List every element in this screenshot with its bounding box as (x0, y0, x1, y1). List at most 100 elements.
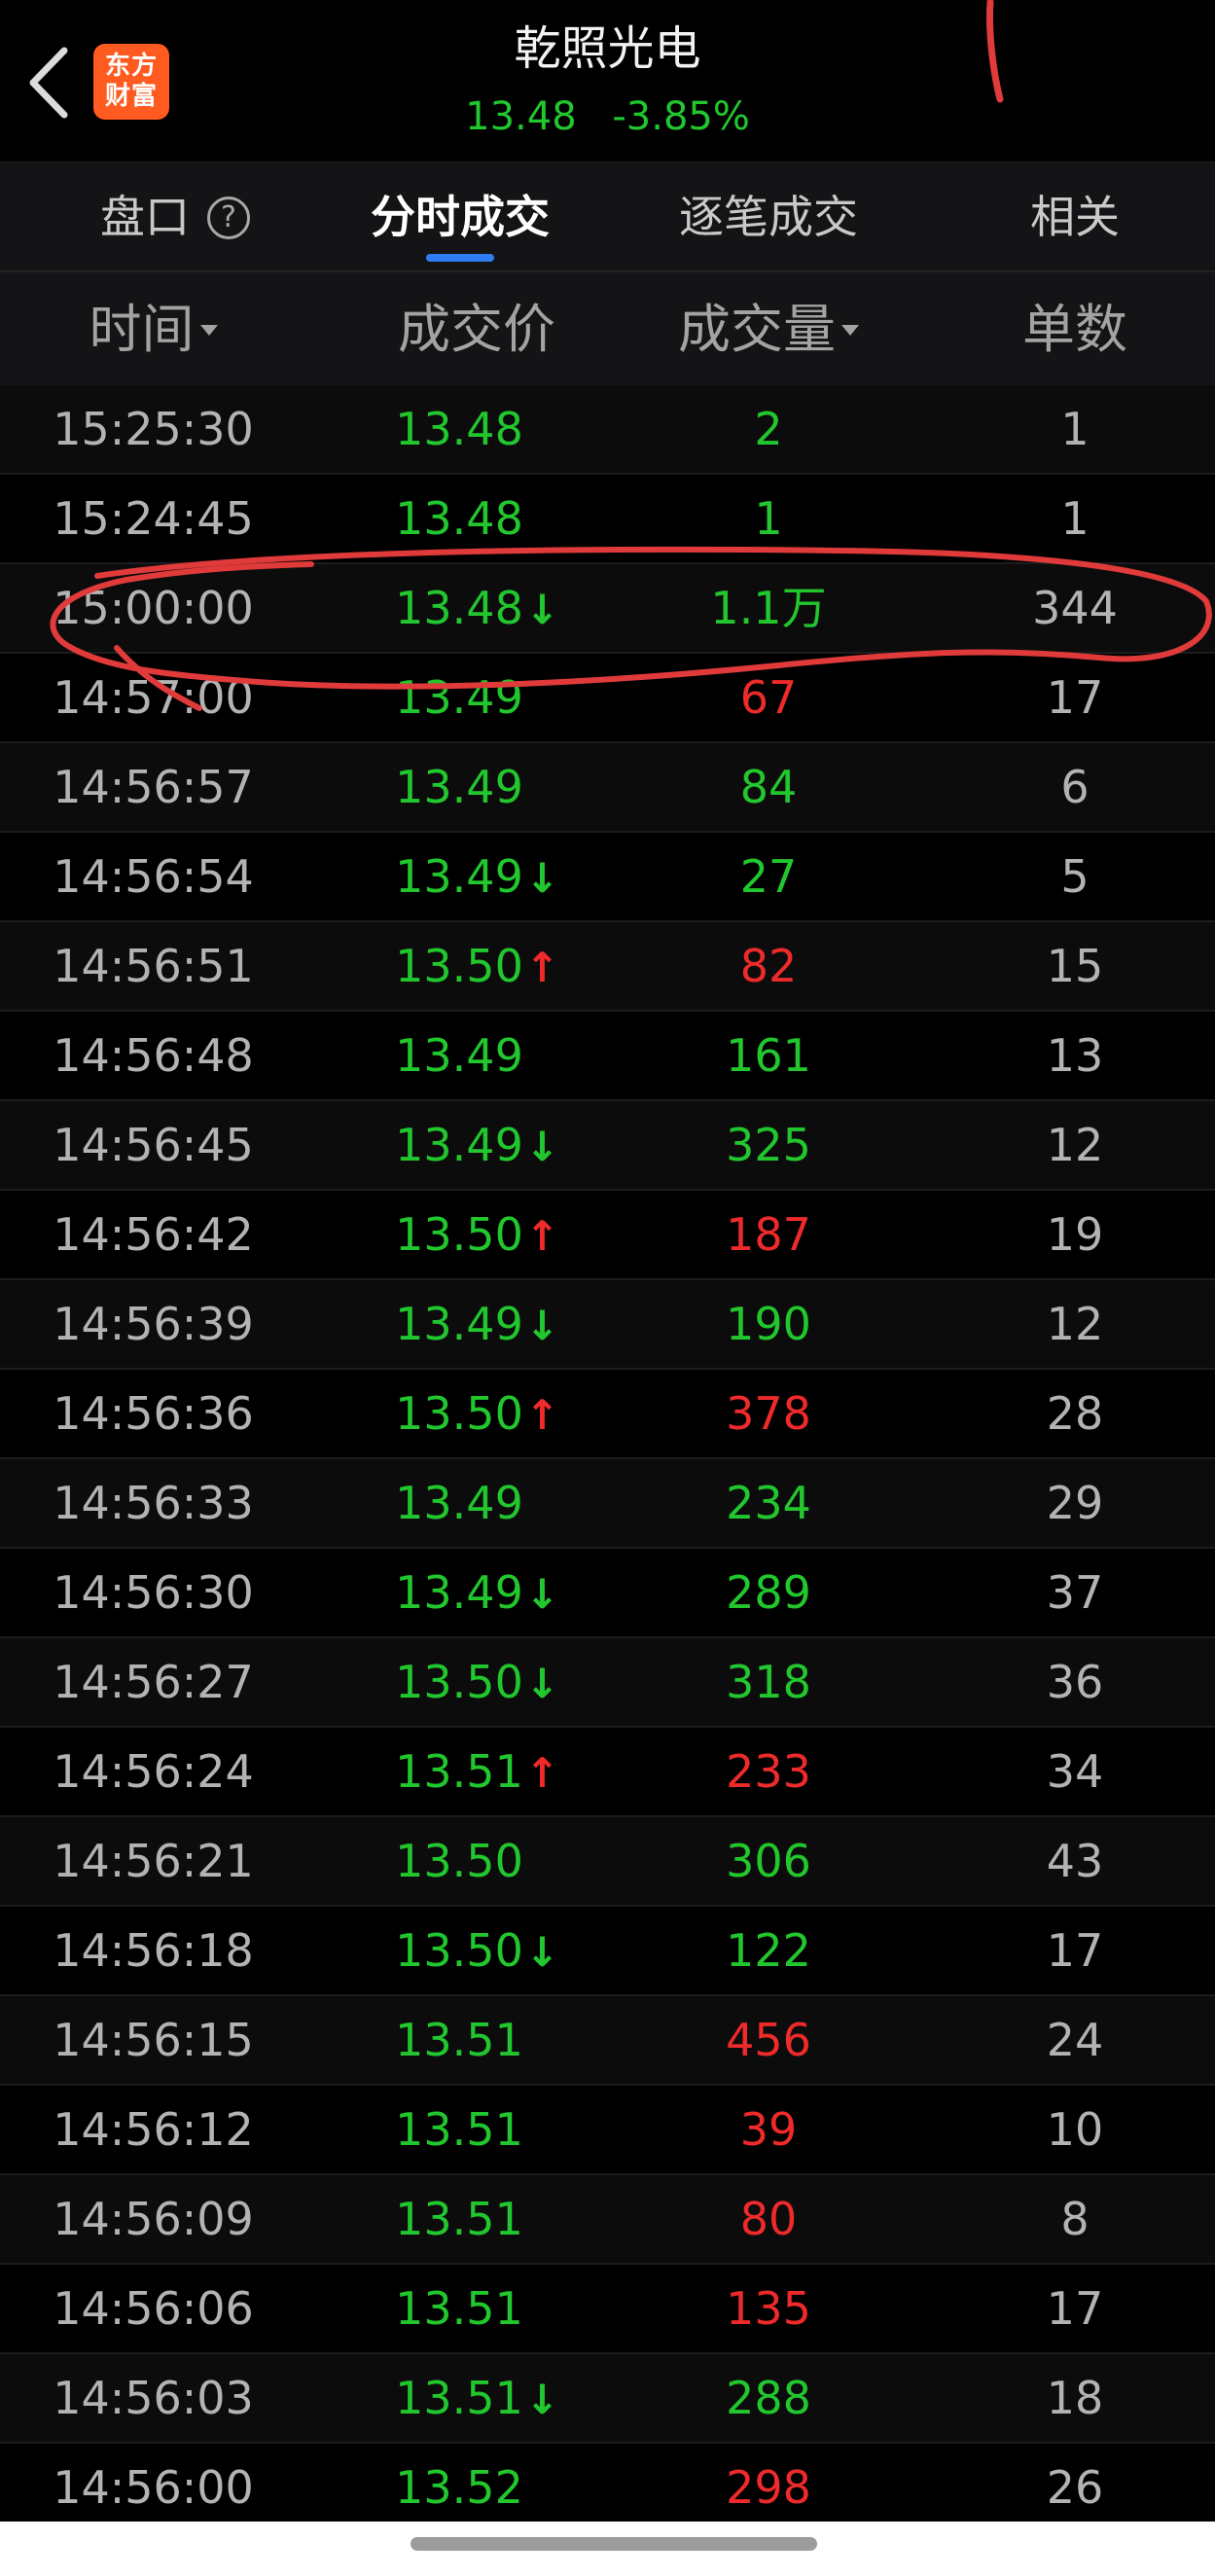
column-volume-sort[interactable]: 成交量 (642, 272, 895, 387)
home-indicator[interactable] (411, 2537, 817, 2551)
trade-time: 14:56:12 (53, 2103, 254, 2156)
trade-price: 13.51 (395, 2103, 523, 2156)
column-time-sort[interactable]: 时间 (19, 272, 287, 387)
table-row[interactable]: 14:56:15 13.51 456 24 (0, 1996, 1215, 2086)
trade-time: 14:56:36 (53, 1387, 254, 1440)
trade-count: 12 (1046, 1298, 1104, 1350)
trade-price: 13.50 (395, 1835, 523, 1887)
trade-price-cell: 13.50↑ (345, 1191, 608, 1278)
trade-time: 15:24:45 (53, 492, 254, 545)
trade-count: 17 (1046, 671, 1104, 724)
table-row[interactable]: 14:56:39 13.49↓ 190 12 (0, 1280, 1215, 1370)
table-row[interactable]: 14:56:03 13.51↓ 288 18 (0, 2354, 1215, 2444)
trade-volume: 456 (726, 2014, 811, 2066)
arrow-down-icon: ↓ (524, 586, 560, 633)
trade-price-cell: 13.51 (345, 2086, 608, 2173)
trade-price: 13.50 (395, 1208, 523, 1261)
trade-count: 26 (1046, 2461, 1104, 2514)
column-time-label: 时间 (89, 299, 195, 360)
stock-name: 乾照光电 (514, 21, 701, 76)
tab-pankou[interactable]: 盘口? (58, 162, 292, 271)
trade-time: 14:56:06 (53, 2282, 254, 2335)
table-row[interactable]: 14:56:06 13.51 135 17 (0, 2265, 1215, 2354)
table-row[interactable]: 14:56:21 13.50 306 43 (0, 1817, 1215, 1907)
trade-time: 14:56:48 (53, 1029, 254, 1082)
table-row[interactable]: 14:57:00 13.49 67 17 (0, 654, 1215, 743)
trade-time: 14:56:27 (53, 1656, 254, 1708)
table-row[interactable]: 14:56:36 13.50↑ 378 28 (0, 1370, 1215, 1459)
arrow-down-icon: ↓ (524, 854, 560, 902)
trade-time: 14:57:00 (53, 671, 254, 724)
table-row[interactable]: 14:56:30 13.49↓ 289 37 (0, 1549, 1215, 1638)
trade-volume: 318 (726, 1656, 811, 1708)
trade-price-cell: 13.50↑ (345, 922, 608, 1010)
trade-volume: 27 (739, 850, 798, 903)
table-row[interactable]: 14:56:33 13.49 234 29 (0, 1459, 1215, 1549)
tab-pankou-label: 盘口 (100, 191, 190, 243)
trade-count: 344 (1032, 582, 1118, 634)
trade-price: 13.51 (395, 2282, 523, 2335)
trade-volume: 233 (726, 1745, 811, 1798)
trade-time: 14:56:18 (53, 1924, 254, 1977)
stock-quote: 13.48 -3.85% (0, 89, 1215, 144)
trade-price-cell: 13.49 (345, 1012, 608, 1099)
column-volume-label: 成交量 (678, 299, 836, 360)
table-row[interactable]: 15:24:45 13.48 1 1 (0, 475, 1215, 564)
arrow-down-icon: ↓ (524, 1570, 560, 1618)
trade-price: 13.50 (395, 940, 523, 992)
help-icon[interactable]: ? (207, 196, 250, 239)
tab-tick-trades[interactable]: 逐笔成交 (647, 162, 890, 271)
table-row[interactable]: 14:56:00 13.52 298 26 (0, 2444, 1215, 2533)
trade-volume: 325 (726, 1119, 811, 1171)
trade-price-cell: 13.51 (345, 2175, 608, 2263)
trade-count: 10 (1046, 2103, 1104, 2156)
column-header: 时间 成交价 成交量 单数 (0, 270, 1215, 387)
table-row[interactable]: 14:56:12 13.51 39 10 (0, 2086, 1215, 2175)
column-price-label: 成交价 (398, 299, 555, 360)
trade-volume: 122 (726, 1924, 811, 1977)
trade-volume: 80 (739, 2193, 798, 2245)
header: 东方 财富 乾照光电 13.48 -3.85% (0, 0, 1215, 161)
table-row[interactable]: 14:56:54 13.49↓ 27 5 (0, 833, 1215, 922)
table-row[interactable]: 14:56:45 13.49↓ 325 12 (0, 1101, 1215, 1191)
trade-list[interactable]: 15:25:30 13.48 2 1 15:24:45 13.48 1 1 15:00:00 13… (0, 385, 1215, 2533)
table-row[interactable]: 14:56:57 13.49 84 6 (0, 743, 1215, 833)
table-row[interactable]: 15:00:00 13.48↓ 1.1万 344 (0, 564, 1215, 654)
trade-price: 13.51 (395, 2193, 523, 2245)
trade-count: 43 (1046, 1835, 1104, 1887)
trade-price-cell: 13.49↓ (345, 1549, 608, 1636)
trade-count: 29 (1046, 1477, 1104, 1529)
table-row[interactable]: 14:56:09 13.51 80 8 (0, 2175, 1215, 2265)
trade-price-cell: 13.49↓ (345, 1280, 608, 1368)
table-row[interactable]: 14:56:48 13.49 161 13 (0, 1012, 1215, 1101)
trade-price: 13.48 (395, 403, 523, 455)
trade-time: 14:56:42 (53, 1208, 254, 1261)
trade-price-cell: 13.50↑ (345, 1370, 608, 1457)
sort-caret-icon (841, 324, 859, 336)
arrow-up-icon: ↑ (524, 1212, 560, 1260)
tab-tick-trades-label: 逐笔成交 (679, 191, 858, 243)
trade-count: 8 (1060, 2193, 1090, 2245)
trade-price: 13.49 (395, 1477, 523, 1529)
trade-count: 15 (1046, 940, 1104, 992)
tab-related[interactable]: 相关 (973, 162, 1177, 271)
trade-time: 14:56:30 (53, 1566, 254, 1619)
trade-price: 13.49 (395, 1029, 523, 1082)
trade-price: 13.51 (395, 1745, 523, 1798)
trade-price: 13.49 (395, 761, 523, 813)
trade-price: 13.50 (395, 1656, 523, 1708)
trade-price: 13.49 (395, 850, 523, 903)
trade-volume: 39 (739, 2103, 798, 2156)
active-tab-indicator (426, 254, 494, 262)
table-row[interactable]: 15:25:30 13.48 2 1 (0, 385, 1215, 475)
arrow-down-icon: ↓ (524, 1928, 560, 1976)
table-row[interactable]: 14:56:51 13.50↑ 82 15 (0, 922, 1215, 1012)
table-row[interactable]: 14:56:24 13.51↑ 233 34 (0, 1728, 1215, 1817)
stock-change-percent: -3.85% (612, 94, 750, 139)
table-row[interactable]: 14:56:18 13.50↓ 122 17 (0, 1907, 1215, 1996)
trade-time: 14:56:54 (53, 850, 254, 903)
table-row[interactable]: 14:56:42 13.50↑ 187 19 (0, 1191, 1215, 1280)
trade-time: 14:56:03 (53, 2372, 254, 2424)
table-row[interactable]: 14:56:27 13.50↓ 318 36 (0, 1638, 1215, 1728)
trade-volume: 289 (726, 1566, 811, 1619)
